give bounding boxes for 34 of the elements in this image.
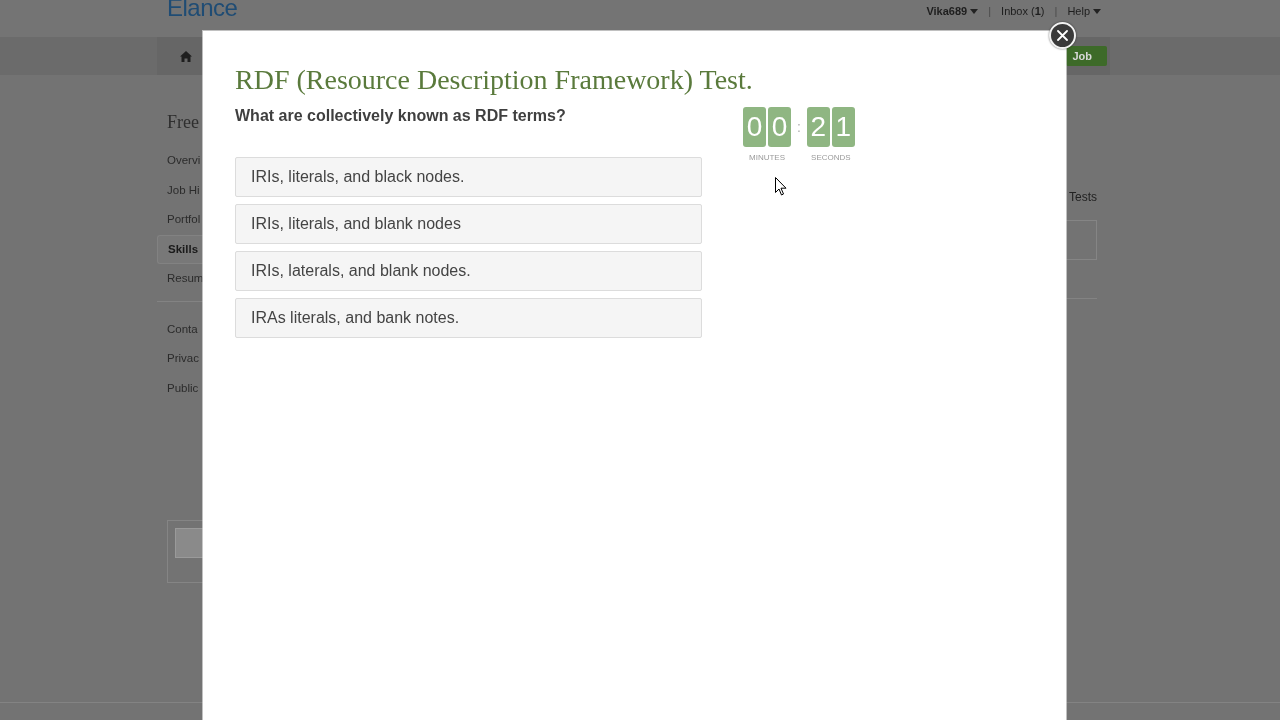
- close-icon: [1057, 30, 1068, 41]
- inbox-link[interactable]: Inbox (1): [1001, 4, 1045, 18]
- sidebar-item[interactable]: Portfol: [157, 205, 203, 235]
- sidebar-item[interactable]: Public: [157, 373, 203, 403]
- user-menu[interactable]: Vika689: [926, 4, 979, 18]
- separator: |: [1054, 4, 1058, 18]
- tests-heading: Tests: [1068, 190, 1097, 204]
- sidebar-title: Free: [166, 112, 200, 132]
- seconds-label: SECONDS: [811, 153, 851, 163]
- image-placeholder: [175, 528, 204, 558]
- minutes-label: MINUTES: [749, 153, 785, 163]
- sidebar-item[interactable]: Overvi: [157, 146, 203, 176]
- answer-option[interactable]: IRIs, literals, and black nodes.: [235, 157, 702, 197]
- timer-digit: 1: [831, 107, 855, 147]
- answer-option[interactable]: IRAs literals, and bank notes.: [235, 298, 702, 338]
- home-icon[interactable]: [180, 50, 192, 62]
- separator: |: [988, 4, 992, 18]
- answer-option[interactable]: IRIs, laterals, and blank nodes.: [235, 251, 702, 291]
- dialog-title: RDF (Resource Description Framework) Test.: [235, 63, 754, 97]
- sidebar-item[interactable]: Job Hi: [157, 175, 203, 205]
- timer-colon: :: [797, 119, 801, 135]
- answer-option[interactable]: IRIs, literals, and blank nodes: [235, 204, 702, 244]
- caret-icon: [970, 8, 979, 14]
- timer-digit: 2: [806, 107, 830, 147]
- sidebar-item[interactable]: Conta: [157, 314, 203, 344]
- help-menu[interactable]: Help: [1067, 4, 1101, 18]
- timer-digit: 0: [768, 107, 791, 147]
- timer-digit: 0: [743, 107, 766, 147]
- sidebar-item[interactable]: Privac: [157, 344, 203, 374]
- question-text: What are collectively known as RDF terms?: [235, 106, 567, 126]
- job-button[interactable]: Job: [1066, 46, 1107, 66]
- sidebar-item[interactable]: Skills: [157, 234, 203, 264]
- caret-icon: [1093, 8, 1101, 14]
- cursor-icon: [775, 177, 787, 196]
